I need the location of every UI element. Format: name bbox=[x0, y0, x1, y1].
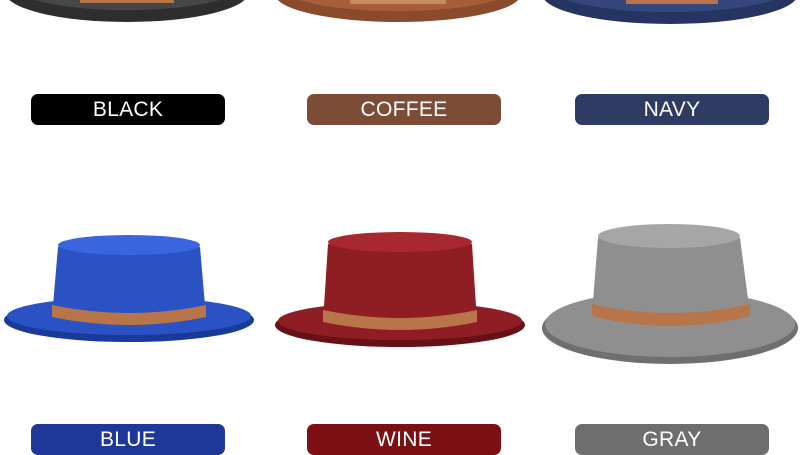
color-label-coffee: COFFEE bbox=[307, 94, 501, 125]
hat-gray-image bbox=[542, 224, 798, 364]
color-label-wine: WINE bbox=[307, 424, 501, 455]
hat-navy-image bbox=[544, 0, 796, 24]
color-label-navy: NAVY bbox=[575, 94, 769, 125]
color-label-blue: BLUE bbox=[31, 424, 225, 455]
hat-coffee-image bbox=[277, 0, 519, 22]
color-label-black: BLACK bbox=[31, 94, 225, 125]
hat-blue-image bbox=[4, 235, 254, 342]
hat-black-image bbox=[9, 0, 245, 22]
hat-wine-image bbox=[275, 232, 525, 347]
color-label-gray: GRAY bbox=[575, 424, 769, 455]
